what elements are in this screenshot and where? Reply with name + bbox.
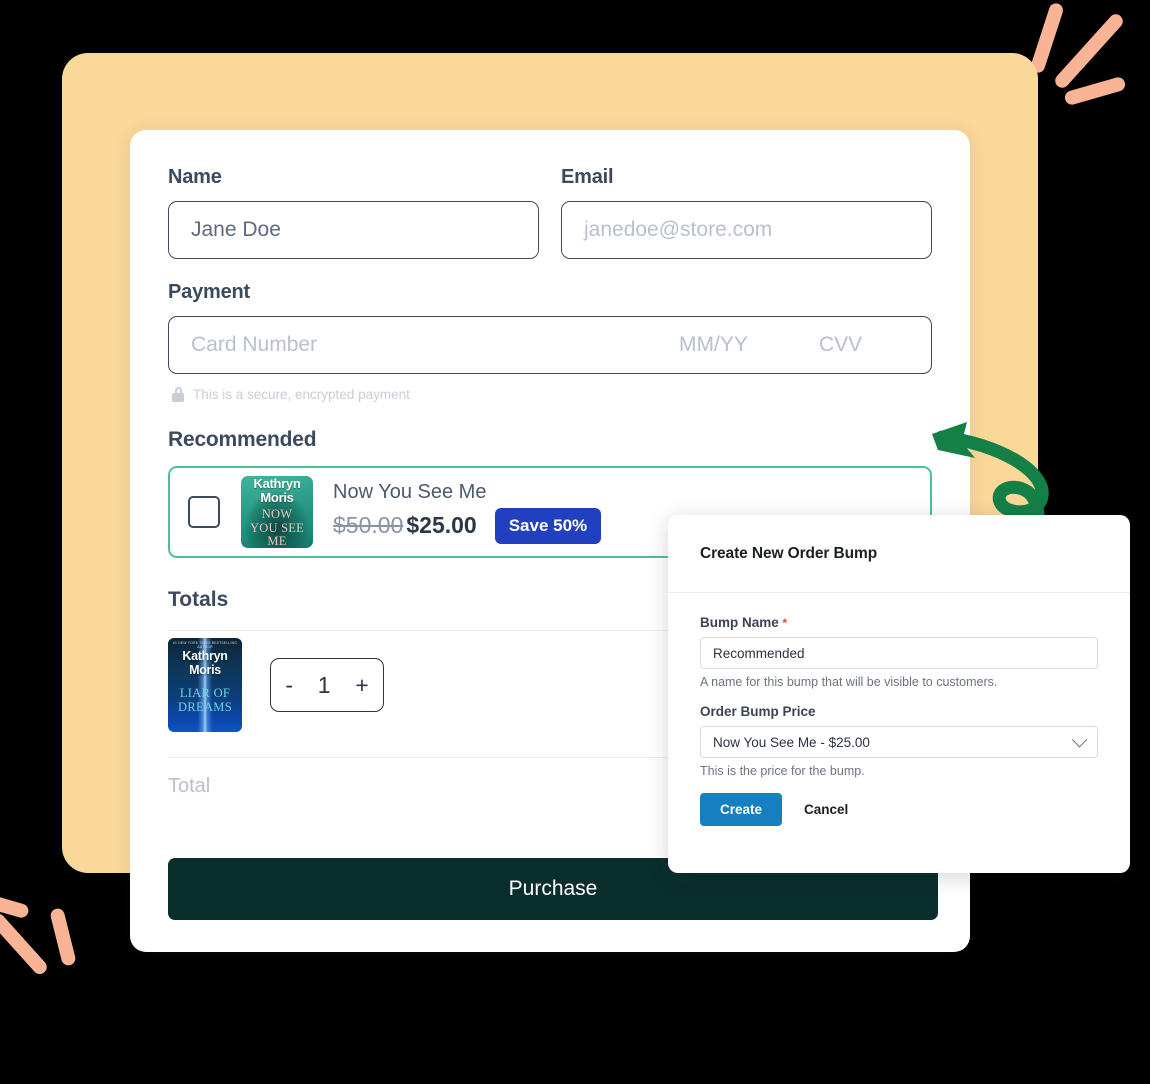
decor-stroke-top-1 — [1029, 1, 1065, 75]
modal-actions: Create Cancel — [700, 793, 1098, 826]
chevron-down-icon — [1071, 731, 1088, 747]
bump-cover-title-2: YOU SEE — [250, 520, 304, 535]
card-expiry-input[interactable]: MM/YY — [679, 333, 819, 357]
bump-name-label-text: Bump Name — [700, 615, 779, 630]
modal-header: Create New Order Bump — [668, 515, 1130, 593]
name-field-group: Name Jane Doe — [168, 166, 539, 259]
email-label: Email — [561, 166, 614, 188]
secure-payment-text: This is a secure, encrypted payment — [193, 387, 410, 402]
name-label: Name — [168, 166, 222, 188]
create-order-bump-modal: Create New Order Bump Bump Name * Recomm… — [668, 515, 1130, 873]
lock-icon — [172, 387, 184, 402]
card-number-input[interactable]: Card Number — [191, 333, 679, 357]
quantity-decrement-button[interactable]: - — [281, 672, 297, 699]
quantity-stepper[interactable]: - 1 + — [270, 658, 384, 712]
bump-name-help: A name for this bump that will be visibl… — [700, 675, 998, 689]
bump-cover-author-2: Moris — [260, 489, 294, 505]
decor-stroke-bottom-2 — [0, 911, 50, 977]
bump-price-select[interactable]: Now You See Me - $25.00 — [700, 726, 1098, 758]
payment-field-group: Payment Card Number MM/YY CVV This is a … — [168, 281, 932, 402]
save-badge: Save 50% — [494, 507, 602, 544]
bump-cover-title-3: ME — [267, 534, 287, 548]
order-bump-cover-image: Kathryn Moris NOW YOU SEE ME — [241, 476, 313, 548]
order-bump-details: Now You See Me $50.00 $25.00 Save 50% — [333, 480, 602, 544]
decor-stroke-top-3 — [1063, 75, 1127, 107]
create-button[interactable]: Create — [700, 793, 783, 826]
totals-cover-title-2: DREAMS — [178, 700, 232, 714]
name-email-row: Name Jane Doe Email janedoe@store.com — [168, 166, 932, 259]
order-bump-title: Now You See Me — [333, 480, 487, 503]
secure-payment-note: This is a secure, encrypted payment — [172, 387, 932, 402]
cancel-button[interactable]: Cancel — [804, 802, 848, 817]
decor-stroke-bottom-1 — [0, 892, 30, 920]
totals-cover-tagline: #1 NEW YORK TIMES BESTSELLING AUTHOR — [172, 641, 238, 649]
quantity-value: 1 — [317, 671, 331, 698]
bump-name-input-value: Recommended — [713, 645, 805, 661]
order-bump-new-price: $25.00 — [406, 512, 477, 538]
payment-input-row[interactable]: Card Number MM/YY CVV — [168, 316, 932, 374]
bump-name-label: Bump Name * — [700, 615, 1098, 630]
recommended-heading: Recommended — [168, 428, 317, 451]
email-input-placeholder: janedoe@store.com — [584, 218, 773, 241]
modal-title: Create New Order Bump — [700, 544, 878, 562]
email-field-group: Email janedoe@store.com — [561, 166, 932, 259]
totals-cover-image: #1 NEW YORK TIMES BESTSELLING AUTHOR Kat… — [168, 638, 242, 732]
email-input[interactable]: janedoe@store.com — [561, 201, 932, 259]
bump-cover-title-1: NOW — [261, 507, 293, 521]
total-label: Total — [168, 774, 211, 797]
required-marker: * — [782, 616, 788, 630]
payment-label: Payment — [168, 281, 250, 303]
bump-price-label: Order Bump Price — [700, 704, 816, 719]
name-input[interactable]: Jane Doe — [168, 201, 539, 259]
totals-cover-author-2: Moris — [189, 662, 221, 677]
order-bump-price-row: $50.00 $25.00 Save 50% — [333, 507, 602, 544]
quantity-increment-button[interactable]: + — [351, 672, 372, 699]
modal-body: Bump Name * Recommended A name for this … — [668, 593, 1130, 826]
totals-cover-title-1: LIAR OF — [179, 686, 231, 700]
totals-cover-author-1: Kathryn — [182, 649, 228, 663]
name-input-value: Jane Doe — [191, 218, 281, 241]
order-bump-checkbox[interactable] — [188, 496, 220, 528]
bump-name-input[interactable]: Recommended — [700, 637, 1098, 669]
bump-price-selected-value: Now You See Me - $25.00 — [713, 734, 870, 750]
card-cvv-input[interactable]: CVV — [819, 333, 909, 357]
decor-stroke-bottom-3 — [49, 907, 77, 967]
bump-price-help: This is the price for the bump. — [700, 764, 865, 778]
order-bump-old-price: $50.00 — [333, 512, 404, 538]
